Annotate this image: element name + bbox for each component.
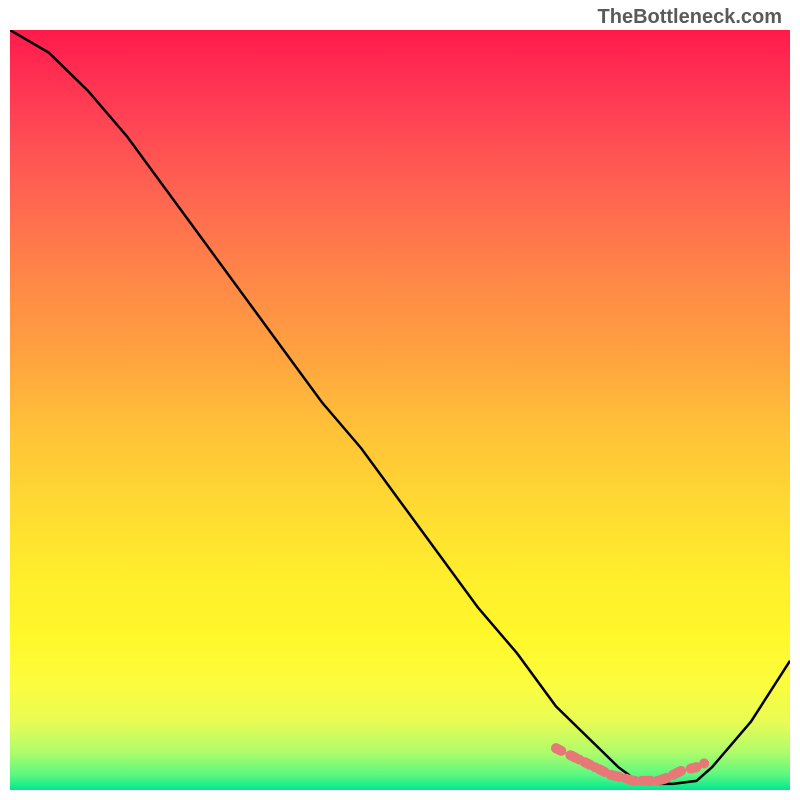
bottleneck-curve	[10, 30, 790, 784]
optimal-marker-dot	[637, 776, 647, 786]
chart-area	[10, 30, 790, 790]
curve-group	[10, 30, 790, 784]
optimal-marker-dot	[551, 743, 561, 753]
optimal-marker-dot	[676, 766, 686, 776]
marker-group	[551, 743, 709, 786]
optimal-marker-dot	[574, 755, 584, 765]
watermark-text: TheBottleneck.com	[598, 6, 782, 29]
optimal-marker-dot	[606, 770, 616, 780]
chart-svg	[10, 30, 790, 790]
optimal-marker-dot	[590, 762, 600, 772]
optimal-marker-dot	[699, 758, 709, 768]
